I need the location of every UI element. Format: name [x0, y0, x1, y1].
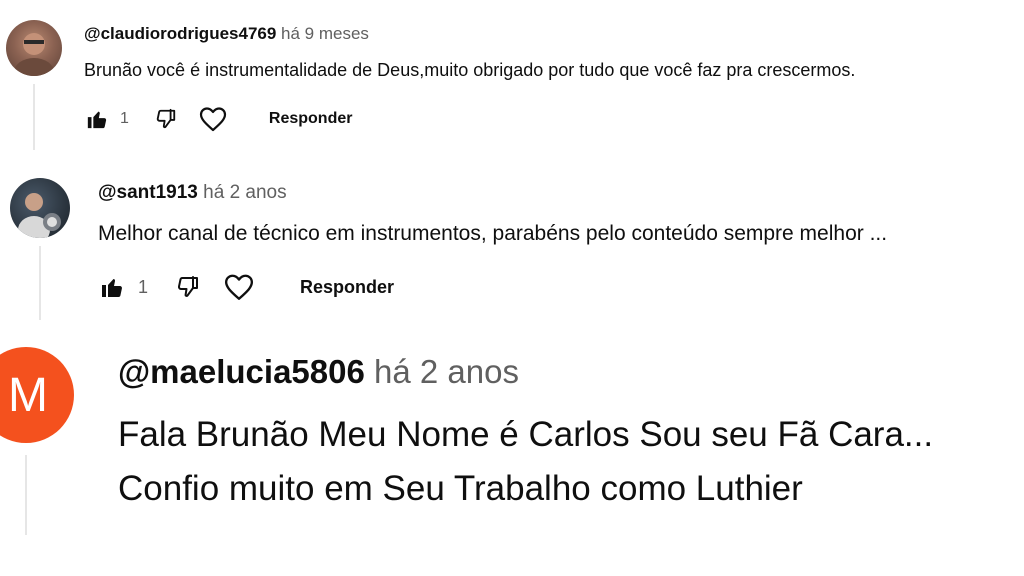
author-handle[interactable]: @sant1913: [98, 182, 198, 203]
dislike-button[interactable]: [151, 104, 181, 134]
reply-button[interactable]: Responder: [269, 110, 353, 128]
avatar[interactable]: [10, 178, 70, 238]
avatar-letter: M: [8, 368, 48, 422]
comment-3: M @maelucia5806 há 2 anos Fala Brunão Me…: [0, 325, 1024, 576]
author-handle[interactable]: @maelucia5806: [118, 353, 365, 390]
avatar[interactable]: M: [0, 347, 74, 443]
comment-1: @claudiorodrigues4769 há 9 meses Brunão …: [0, 0, 1024, 150]
comment-time[interactable]: há 2 anos: [374, 353, 519, 390]
thumbs-down-icon: [177, 276, 199, 297]
comment-author[interactable]: @maelucia5806 há 2 anos: [118, 353, 519, 391]
thumbs-up-icon: [102, 279, 122, 297]
comment-actions: 1 Responder: [84, 104, 352, 134]
dislike-button[interactable]: [172, 270, 204, 304]
comment-author[interactable]: @sant1913 há 2 anos: [98, 182, 287, 204]
thread-line: [39, 246, 41, 320]
avatar[interactable]: [6, 20, 62, 76]
heart-button[interactable]: [222, 270, 256, 304]
comment-actions: 1 Responder: [98, 270, 394, 304]
comment-text-line-2: Confio muito em Seu Trabalho como Luthie…: [118, 469, 803, 508]
avatar-photo-icon: [14, 33, 54, 76]
like-button[interactable]: [98, 270, 126, 304]
comment-text: Brunão você é instrumentalidade de Deus,…: [84, 60, 856, 80]
comment-time[interactable]: há 9 meses: [281, 24, 369, 43]
avatar-photo-icon: [18, 193, 61, 238]
comment-2: @sant1913 há 2 anos Melhor canal de técn…: [0, 150, 1024, 325]
heart-icon: [224, 274, 254, 300]
like-button[interactable]: [84, 104, 110, 134]
author-handle[interactable]: @claudiorodrigues4769: [84, 24, 276, 43]
comment-time[interactable]: há 2 anos: [203, 182, 286, 203]
comment-text: Melhor canal de técnico em instrumentos,…: [98, 222, 888, 245]
like-count: 1: [138, 276, 149, 297]
thumbs-up-icon: [87, 111, 107, 129]
thread-line: [25, 455, 27, 535]
like-count: 1: [120, 110, 129, 127]
comment-author[interactable]: @claudiorodrigues4769 há 9 meses: [84, 24, 369, 44]
comment-text-line-1: Fala Brunão Meu Nome é Carlos Sou seu Fã…: [118, 415, 934, 454]
heart-icon: [199, 107, 227, 132]
heart-button[interactable]: [197, 104, 229, 134]
thumbs-down-icon: [156, 108, 176, 129]
reply-button[interactable]: Responder: [300, 277, 394, 298]
thread-line: [33, 84, 35, 150]
